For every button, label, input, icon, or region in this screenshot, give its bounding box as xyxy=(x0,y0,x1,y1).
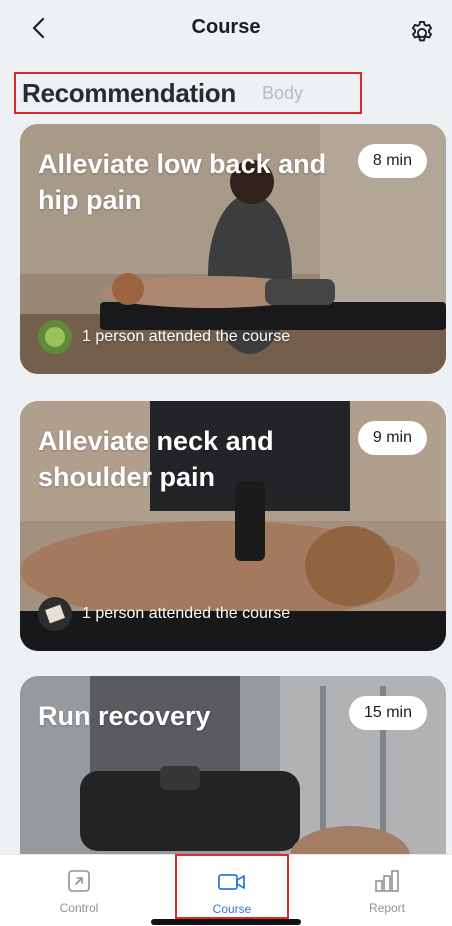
segment-body[interactable]: Body xyxy=(262,83,303,104)
page-title: Course xyxy=(191,16,261,38)
attendance-text: 1 person attended the course xyxy=(82,328,291,345)
duration-badge: 8 min xyxy=(357,144,427,178)
tab-report[interactable]: Report xyxy=(312,855,452,925)
avatar xyxy=(38,320,72,354)
tab-control[interactable]: Control xyxy=(4,855,154,925)
tab-bar: Control Course Report xyxy=(0,854,452,926)
segment-recommendation[interactable]: Recommendation xyxy=(22,78,236,109)
tab-label: Report xyxy=(368,901,406,915)
avatar xyxy=(38,597,72,631)
course-title: Alleviate neck and shoulder pain xyxy=(38,426,274,492)
back-button[interactable] xyxy=(26,14,50,42)
segment-control: Recommendation Body xyxy=(14,72,362,114)
course-card-neck-shoulder[interactable]: Alleviate neck and shoulder pain 9 min 1… xyxy=(20,401,446,651)
attendance-info: 1 person attended the course xyxy=(38,597,290,631)
tab-label: Control xyxy=(59,901,99,915)
attendance-text: 1 person attended the course xyxy=(82,605,291,622)
tab-label: Course xyxy=(212,902,252,916)
arrow-up-right-box-icon xyxy=(68,870,90,892)
video-camera-icon xyxy=(218,874,245,890)
tab-course[interactable]: Course xyxy=(175,854,289,919)
home-indicator xyxy=(151,919,301,925)
header: Course xyxy=(0,0,452,56)
bar-chart-icon xyxy=(375,870,399,892)
settings-button[interactable] xyxy=(406,17,438,49)
duration-badge: 9 min xyxy=(357,421,427,455)
attendance-info: 1 person attended the course xyxy=(38,320,290,354)
duration-badge: 15 min xyxy=(348,696,427,730)
course-card-run-recovery[interactable]: Run recovery 15 min xyxy=(20,676,446,876)
course-title: Run recovery xyxy=(38,701,211,731)
course-title: Alleviate low back and hip pain xyxy=(38,149,327,215)
chevron-left-icon xyxy=(32,17,45,39)
gear-icon xyxy=(411,20,433,42)
course-card-low-back[interactable]: Alleviate low back and hip pain 8 min 1 … xyxy=(20,124,446,374)
